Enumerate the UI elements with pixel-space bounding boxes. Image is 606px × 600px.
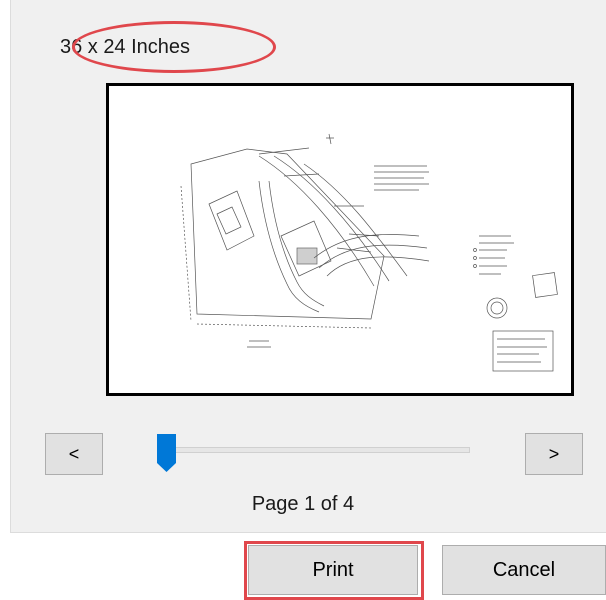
page-indicator: Page 1 of 4 [251, 493, 355, 515]
page-slider-track[interactable] [158, 447, 470, 453]
chevron-right-icon: > [548, 443, 560, 464]
page-preview [106, 83, 574, 396]
annotation-rectangle [244, 541, 424, 600]
cancel-button[interactable]: Cancel [442, 545, 606, 595]
chevron-left-icon: < [68, 443, 80, 464]
site-plan-drawing [180, 133, 558, 372]
page-slider-thumb[interactable] [156, 433, 177, 473]
previous-page-button[interactable]: < [45, 433, 103, 475]
annotation-ellipse [72, 21, 276, 73]
next-page-button[interactable]: > [525, 433, 583, 475]
